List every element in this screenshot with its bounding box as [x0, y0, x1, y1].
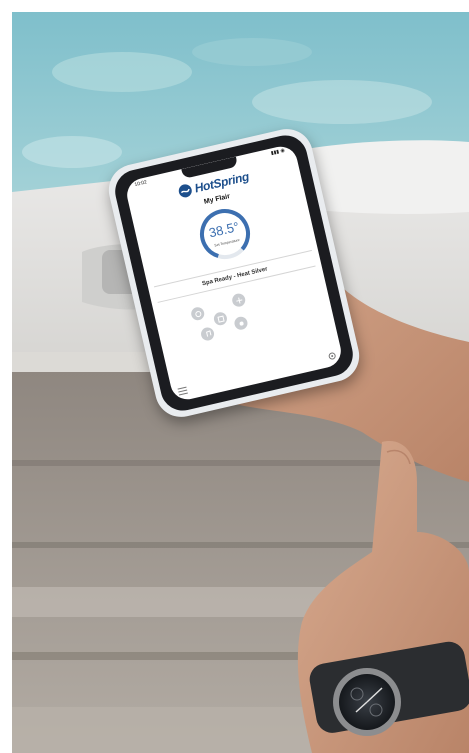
status-icons: ▮▮▮ ◉: [270, 147, 286, 157]
music-icon: [205, 329, 211, 337]
hot-tub-photo: 10:02 ▮▮▮ ◉ HotSpring My Flair 38.5° Set…: [12, 12, 469, 753]
music-button[interactable]: [199, 326, 216, 342]
clean-icon: [216, 315, 225, 323]
lights-icon: [235, 297, 242, 304]
clean-button[interactable]: [212, 310, 229, 327]
phone-screen: 10:02 ▮▮▮ ◉ HotSpring My Flair 38.5° Set…: [123, 143, 345, 403]
photo-frame: 10:02 ▮▮▮ ◉ HotSpring My Flair 38.5° Set…: [0, 0, 469, 753]
menu-button[interactable]: [177, 386, 188, 396]
jets-icon: [194, 310, 201, 317]
spa-status: Spa Ready - Heat Silver: [201, 266, 269, 288]
hotspring-logo-icon: [178, 184, 192, 198]
lights-button[interactable]: [230, 292, 247, 308]
settings-button[interactable]: [233, 315, 249, 332]
settings-icon: [238, 321, 243, 326]
gear-icon[interactable]: [327, 351, 337, 361]
status-time: 10:02: [134, 179, 148, 189]
temperature-dial[interactable]: 38.5° Set Temperature: [193, 202, 258, 267]
jets-button[interactable]: [189, 305, 206, 322]
